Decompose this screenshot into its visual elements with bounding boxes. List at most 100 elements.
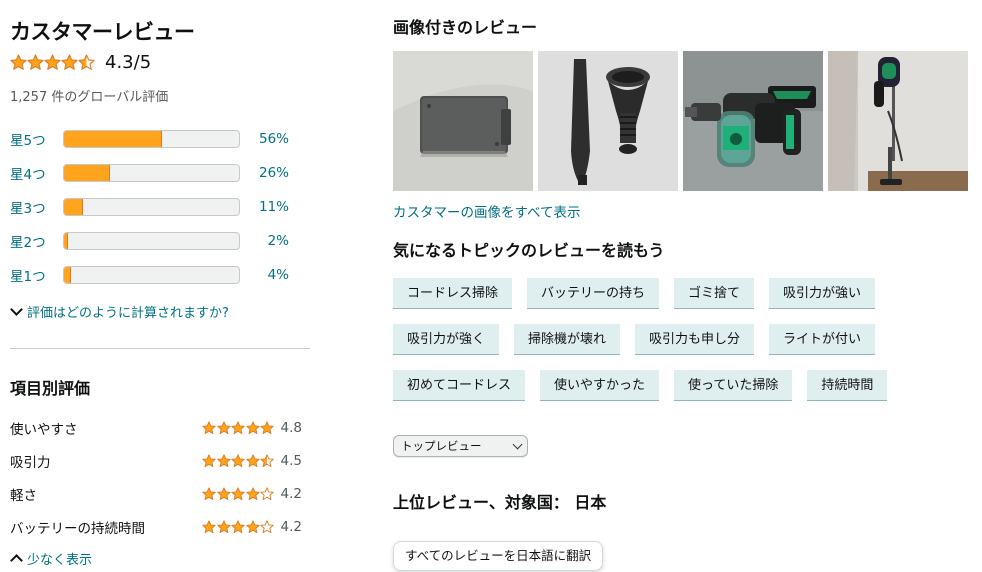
histogram-row[interactable]: 星3つ 11% (10, 190, 310, 224)
feature-value: 4.2 (280, 518, 302, 535)
review-image-battery[interactable] (393, 51, 533, 191)
topic-chip[interactable]: 使いやすかった (540, 370, 660, 401)
review-image-attachments[interactable] (538, 51, 678, 191)
histogram-star-label[interactable]: 星5つ (10, 129, 63, 149)
overall-stars (10, 53, 95, 71)
topic-chip[interactable]: 初めてコードレス (393, 370, 526, 401)
star-full-icon (202, 453, 216, 467)
feature-name: 使いやすさ (10, 421, 78, 438)
topics-title: 気になるトピックのレビューを読もう (393, 241, 665, 260)
star-full-icon (44, 53, 61, 70)
star-full-icon (231, 420, 245, 434)
feature-stars (202, 486, 275, 501)
histogram-star-label[interactable]: 星1つ (10, 265, 63, 285)
feature-rating-row[interactable]: 吸引力 4.5 (10, 444, 310, 477)
chevron-down-icon (512, 439, 523, 450)
histogram-bar-fill (64, 131, 162, 147)
global-ratings-count: 1,257 件のグローバル評価 (10, 90, 169, 105)
histogram-row[interactable]: 星4つ 26% (10, 156, 310, 190)
feature-value: 4.2 (280, 485, 302, 502)
star-full-icon (245, 453, 260, 467)
histogram-bar[interactable] (63, 266, 240, 284)
feature-rating-row[interactable]: バッテリーの持続時間 4.2 (10, 510, 310, 543)
star-empty-icon (260, 486, 274, 500)
star-empty-icon (260, 519, 274, 533)
translate-reviews-button[interactable]: すべてのレビューを日本語に翻訳 (393, 541, 604, 571)
histogram-bar-fill (64, 267, 71, 283)
histogram-percent[interactable]: 11% (240, 199, 289, 215)
how-ratings-calculated-link[interactable]: 評価はどのように計算されますか? (10, 302, 310, 321)
feature-value: 4.8 (280, 419, 302, 436)
histogram-bar[interactable] (63, 198, 240, 216)
reviews-title: カスタマーレビュー (10, 20, 195, 44)
histogram-percent[interactable]: 2% (240, 233, 289, 249)
star-full-icon (216, 486, 231, 500)
customer-reviews-panel: カスタマーレビュー 4.3/5 1,257 件のグローバル評価 星5つ 56% 星4… (10, 14, 310, 568)
star-full-icon (61, 53, 78, 70)
star-full-icon (245, 486, 260, 500)
topic-chip[interactable]: コードレス掃除 (393, 278, 513, 309)
histogram-bar[interactable] (63, 232, 240, 250)
star-full-icon (202, 420, 216, 434)
feature-name: 軽さ (10, 487, 37, 504)
chevron-up-icon (10, 554, 23, 567)
topic-chip[interactable]: 使っていた掃除 (674, 370, 793, 401)
histogram-row[interactable]: 星5つ 56% (10, 122, 310, 156)
histogram-bar-fill (64, 165, 110, 181)
feature-rating-row[interactable]: 軽さ 4.2 (10, 477, 310, 510)
feature-stars (202, 453, 275, 468)
topic-chip[interactable]: ライトが付い (769, 324, 876, 355)
histogram-star-label[interactable]: 星3つ (10, 197, 63, 217)
histogram-row[interactable]: 星1つ 4% (10, 258, 310, 292)
sort-select[interactable]: トップレビュー (393, 435, 528, 457)
star-full-icon (216, 453, 231, 467)
star-full-icon (216, 519, 231, 533)
topic-chip-row: コードレス掃除 バッテリーの持ち ゴミ捨て 吸引力が強い (393, 278, 973, 309)
histogram-percent[interactable]: 56% (240, 131, 289, 147)
topic-chip-row: 初めてコードレス 使いやすかった 使っていた掃除 持続時間 (393, 370, 973, 401)
show-less-link[interactable]: 少なく表示 (10, 549, 310, 568)
histogram-percent[interactable]: 26% (240, 165, 289, 181)
star-full-icon (27, 53, 44, 70)
see-all-customer-images-link[interactable]: カスタマーの画像をすべて表示 (393, 201, 973, 221)
feature-stars (202, 519, 275, 534)
topic-chip[interactable]: ゴミ捨て (674, 278, 755, 309)
topic-chip[interactable]: バッテリーの持ち (527, 278, 660, 309)
feature-stars (202, 420, 275, 435)
topic-chip[interactable]: 持続時間 (807, 370, 888, 401)
star-full-icon (231, 519, 245, 533)
topic-chip[interactable]: 掃除機が壊れ (514, 324, 621, 355)
star-full-icon (216, 420, 231, 434)
review-image-vacuum-standing[interactable] (828, 51, 968, 191)
review-images (393, 51, 973, 191)
histogram-bar-fill (64, 233, 68, 249)
feature-name: 吸引力 (10, 454, 51, 471)
topic-chips: コードレス掃除 バッテリーの持ち ゴミ捨て 吸引力が強い 吸引力が強く 掃除機が壊れ 吸引力… (393, 278, 973, 401)
star-full-icon (245, 420, 260, 434)
sort-select-value: トップレビュー (401, 439, 482, 453)
histogram-star-label[interactable]: 星2つ (10, 231, 63, 251)
histogram-row[interactable]: 星2つ 2% (10, 224, 310, 258)
topic-chip-row: 吸引力が強く 掃除機が壊れ 吸引力も申し分 ライトが付い (393, 324, 973, 355)
histogram-bar[interactable] (63, 130, 240, 148)
show-less-text: 少なく表示 (27, 553, 93, 568)
image-reviews-title: 画像付きのレビュー (393, 18, 538, 37)
feature-ratings: 使いやすさ 4.8 吸引力 4.5 軽さ 4.2 バッテリーの持続時間 4.2 (10, 411, 310, 543)
topic-chip[interactable]: 吸引力も申し分 (635, 324, 755, 355)
histogram-percent[interactable]: 4% (240, 267, 289, 283)
star-full-icon (260, 420, 274, 434)
star-full-icon (202, 486, 216, 500)
topic-chip[interactable]: 吸引力が強く (393, 324, 500, 355)
chevron-down-icon (10, 303, 23, 316)
review-image-vacuum-body[interactable] (683, 51, 823, 191)
star-full-icon (202, 519, 216, 533)
star-half-icon (260, 453, 274, 467)
feature-rating-row[interactable]: 使いやすさ 4.8 (10, 411, 310, 444)
star-full-icon (245, 519, 260, 533)
histogram-bar[interactable] (63, 164, 240, 182)
overall-rating-text: 4.3/5 (105, 51, 152, 73)
histogram-star-label[interactable]: 星4つ (10, 163, 63, 183)
overall-rating[interactable]: 4.3/5 (10, 50, 310, 74)
topic-chip[interactable]: 吸引力が強い (769, 278, 876, 309)
star-full-icon (231, 453, 245, 467)
